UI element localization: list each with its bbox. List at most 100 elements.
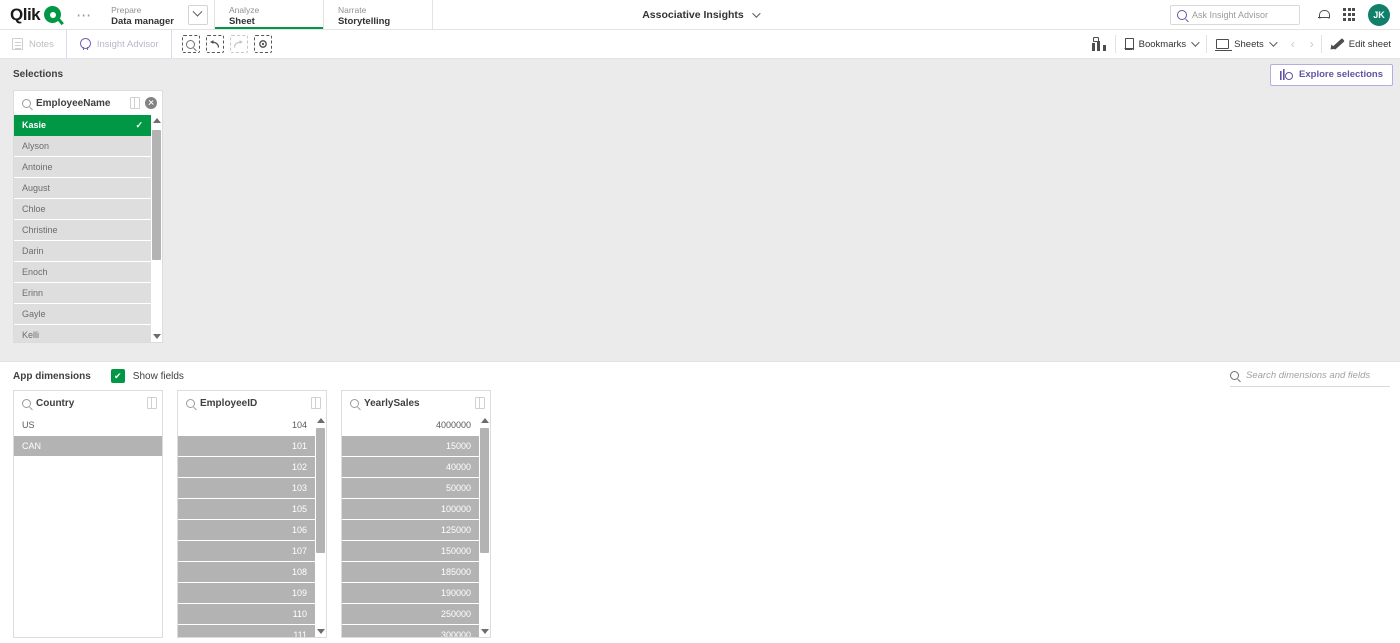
app-title-button[interactable]: Associative Insights <box>642 9 761 21</box>
step-back-icon[interactable] <box>205 35 224 53</box>
selections-bar: Selections Explore selections <box>0 59 1400 90</box>
scrollbar-track[interactable] <box>151 126 162 331</box>
search-icon[interactable] <box>22 98 31 108</box>
scroll-up-icon[interactable] <box>480 418 489 423</box>
prepare-dropdown-button[interactable] <box>187 4 208 25</box>
scroll-up-icon[interactable] <box>152 118 161 123</box>
step-forward-icon[interactable] <box>229 35 248 53</box>
list-view-icon[interactable] <box>147 397 157 409</box>
show-fields-toggle[interactable]: ✔ Show fields <box>110 369 184 383</box>
list-view-icon[interactable] <box>311 397 321 409</box>
clear-all-selections-icon[interactable] <box>253 35 272 53</box>
dimension-value-row[interactable]: 107 <box>178 541 315 562</box>
scroll-down-icon[interactable] <box>316 629 325 634</box>
list-view-icon[interactable] <box>475 397 485 409</box>
dimension-value-label: 185000 <box>440 567 471 577</box>
avatar[interactable]: JK <box>1368 3 1390 26</box>
dimension-value-row[interactable]: CAN <box>14 436 162 457</box>
dimension-value-row[interactable]: 108 <box>178 562 315 583</box>
search-icon[interactable] <box>186 398 195 408</box>
dimension-value-list: US CAN <box>14 415 162 637</box>
scrollbar-thumb[interactable] <box>152 130 161 260</box>
selection-value-row[interactable]: Kasie ✓ <box>14 115 151 136</box>
selection-value-row[interactable]: Kelli <box>14 325 151 342</box>
dimension-card-header: EmployeeID <box>178 391 326 415</box>
clear-selection-icon[interactable] <box>145 97 157 109</box>
ask-insight-advisor-input[interactable]: Ask Insight Advisor <box>1170 4 1300 25</box>
selection-value-label: Kelli <box>22 330 40 340</box>
dimension-value-row[interactable]: US <box>14 415 162 436</box>
scrollbar-track[interactable] <box>315 426 326 626</box>
selection-value-row[interactable]: Antoine <box>14 157 151 178</box>
scrollbar-track[interactable] <box>479 426 490 626</box>
qlik-logo[interactable]: Qlik <box>0 0 71 29</box>
selection-value-row[interactable]: August <box>14 178 151 199</box>
explore-selections-button[interactable]: Explore selections <box>1270 63 1393 86</box>
dimension-value-row[interactable]: 185000 <box>342 562 479 583</box>
app-launcher-button[interactable] <box>1336 2 1362 28</box>
dimension-value-row[interactable]: 300000 <box>342 625 479 637</box>
list-view-icon[interactable] <box>130 97 140 109</box>
selection-value-row[interactable]: Christine <box>14 220 151 241</box>
scroll-down-icon[interactable] <box>480 629 489 634</box>
selection-search-icon[interactable] <box>181 35 200 53</box>
dimension-value-row[interactable]: 110 <box>178 604 315 625</box>
nav-tab-analyze-label: Sheet <box>228 15 255 27</box>
edit-sheet-button[interactable]: Edit sheet <box>1322 30 1400 58</box>
dimension-value-row[interactable]: 102 <box>178 457 315 478</box>
dimension-value-row[interactable]: 101 <box>178 436 315 457</box>
selection-value-row[interactable]: Chloe <box>14 199 151 220</box>
dimension-value-row[interactable]: 100000 <box>342 499 479 520</box>
notes-label: Notes <box>29 38 54 50</box>
notifications-button[interactable] <box>1310 2 1336 28</box>
search-dimensions-input[interactable]: Search dimensions and fields <box>1230 365 1390 387</box>
dimension-value-row[interactable]: 4000000 <box>342 415 479 436</box>
sheet-nav-arrows: ‹ › <box>1284 30 1321 58</box>
nav-tab-prepare[interactable]: Prepare Data manager <box>97 0 215 29</box>
notes-button[interactable]: Notes <box>0 30 66 58</box>
dimension-value-row[interactable]: 103 <box>178 478 315 499</box>
scroll-down-icon[interactable] <box>152 334 161 339</box>
sheet-overview-button[interactable] <box>1083 30 1115 58</box>
dimension-value-label: 107 <box>291 546 307 556</box>
dimension-value-row[interactable]: 111 <box>178 625 315 637</box>
scroll-up-icon[interactable] <box>316 418 325 423</box>
nav-tab-analyze[interactable]: Analyze Sheet <box>214 0 324 29</box>
qlik-logo-icon <box>44 6 62 23</box>
search-icon[interactable] <box>22 398 31 408</box>
dimension-value-row[interactable]: 109 <box>178 583 315 604</box>
dimension-value-row[interactable]: 105 <box>178 499 315 520</box>
selection-value-row[interactable]: Alyson <box>14 136 151 157</box>
nav-tab-narrate[interactable]: Narrate Storytelling <box>324 0 433 29</box>
dimension-value-row[interactable]: 250000 <box>342 604 479 625</box>
insight-advisor-button[interactable]: Insight Advisor <box>65 30 172 58</box>
next-sheet-icon[interactable]: › <box>1305 37 1319 51</box>
dimension-value-row[interactable]: 40000 <box>342 457 479 478</box>
dimension-value-row[interactable]: 50000 <box>342 478 479 499</box>
dimension-scrollbar[interactable] <box>479 415 490 637</box>
sheet-toolbar: Notes Insight Advisor Bookmarks Sheets ‹… <box>0 30 1400 59</box>
sheets-button[interactable]: Sheets <box>1207 30 1284 58</box>
bookmarks-button[interactable]: Bookmarks <box>1116 30 1207 58</box>
dimension-value-row[interactable]: 104 <box>178 415 315 436</box>
dimension-field-name: EmployeeID <box>200 397 258 409</box>
selection-scrollbar[interactable] <box>151 115 162 342</box>
dimension-value-row[interactable]: 190000 <box>342 583 479 604</box>
dimension-value-row[interactable]: 15000 <box>342 436 479 457</box>
selection-value-row[interactable]: Enoch <box>14 262 151 283</box>
show-fields-checkbox[interactable]: ✔ <box>110 369 125 383</box>
scrollbar-thumb[interactable] <box>316 428 325 553</box>
selection-card-header: EmployeeName <box>14 91 162 115</box>
dimension-value-row[interactable]: 150000 <box>342 541 479 562</box>
selection-value-row[interactable]: Darin <box>14 241 151 262</box>
scrollbar-thumb[interactable] <box>480 428 489 553</box>
ellipsis-icon[interactable]: ⋯ <box>71 0 97 29</box>
dimension-value-row[interactable]: 125000 <box>342 520 479 541</box>
dimension-value-row[interactable]: 106 <box>178 520 315 541</box>
search-icon[interactable] <box>350 398 359 408</box>
dimension-scrollbar[interactable] <box>315 415 326 637</box>
edit-sheet-label: Edit sheet <box>1348 38 1391 50</box>
selection-value-row[interactable]: Gayle <box>14 304 151 325</box>
selection-value-row[interactable]: Erinn <box>14 283 151 304</box>
previous-sheet-icon[interactable]: ‹ <box>1286 37 1300 51</box>
